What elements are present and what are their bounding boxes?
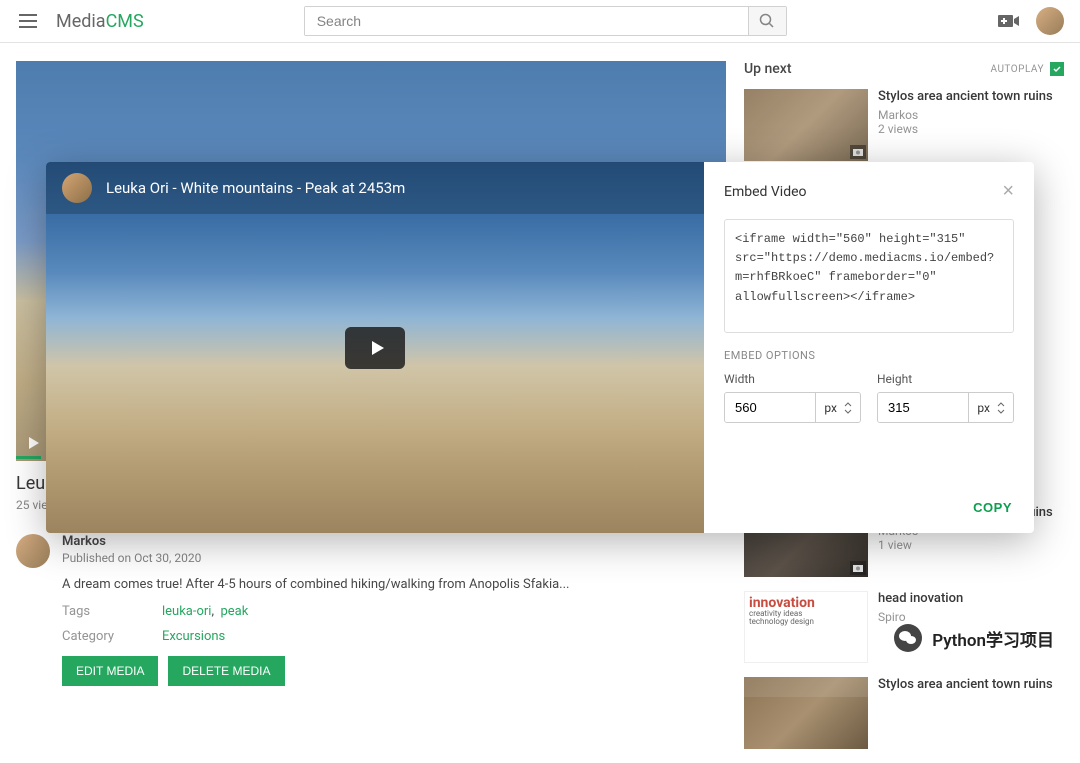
- wechat-icon: [894, 624, 922, 652]
- play-icon: [367, 338, 387, 358]
- chevron-updown-icon: [997, 402, 1005, 414]
- height-input[interactable]: [878, 393, 968, 422]
- embed-panel: Embed Video × <iframe width="560" height…: [704, 162, 1034, 533]
- embed-preview[interactable]: Leuka Ori - White mountains - Peak at 24…: [46, 162, 704, 533]
- height-unit-select[interactable]: px: [968, 393, 1013, 422]
- copy-button[interactable]: COPY: [973, 500, 1012, 515]
- preview-play-button[interactable]: [345, 327, 405, 369]
- width-label: Width: [724, 372, 861, 386]
- modal-close-button[interactable]: ×: [1002, 180, 1014, 203]
- chevron-updown-icon: [844, 402, 852, 414]
- embed-code-textarea[interactable]: <iframe width="560" height="315" src="ht…: [724, 219, 1014, 333]
- preview-title: Leuka Ori - White mountains - Peak at 24…: [106, 179, 405, 197]
- width-unit-select[interactable]: px: [815, 393, 860, 422]
- modal-title: Embed Video: [724, 184, 807, 200]
- watermark-text: Python学习项目: [932, 626, 1054, 651]
- embed-options-label: EMBED OPTIONS: [724, 349, 1014, 362]
- preview-avatar: [62, 173, 92, 203]
- embed-modal: Leuka Ori - White mountains - Peak at 24…: [46, 162, 1034, 533]
- width-input[interactable]: [725, 393, 815, 422]
- watermark: Python学习项目: [891, 621, 1064, 655]
- height-label: Height: [877, 372, 1014, 386]
